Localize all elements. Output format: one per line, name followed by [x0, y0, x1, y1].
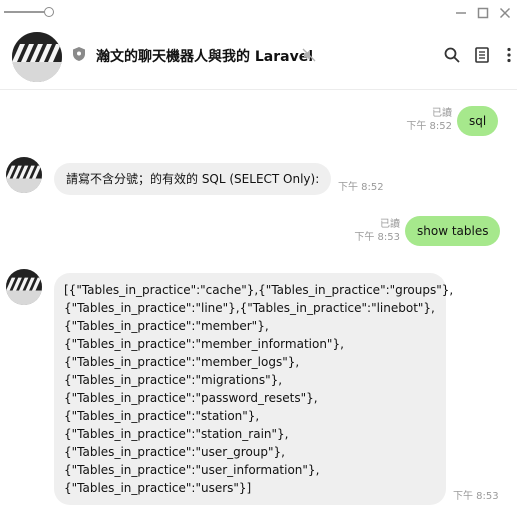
- message-text-line: {"Tables_in_practice":"users"}]: [64, 481, 252, 495]
- title-bar: [0, 0, 517, 26]
- message-meta: 已讀 下午 8:53: [340, 218, 400, 244]
- minimize-icon: [456, 12, 466, 14]
- outgoing-message-bubble[interactable]: show tables: [405, 216, 501, 246]
- pin-slider-track[interactable]: [4, 11, 44, 13]
- message-time: 下午 8:52: [406, 121, 452, 132]
- chat-header: 瀚文的聊天機器人與我的 Laravel: [0, 26, 517, 90]
- message-text: 請寫不含分號；的有效的 SQL (SELECT Only):: [66, 172, 320, 186]
- notes-button[interactable]: [473, 46, 491, 64]
- pin-slider-knob[interactable]: [44, 7, 54, 17]
- outgoing-message-bubble[interactable]: sql: [457, 106, 499, 136]
- message-text: sql: [469, 114, 487, 128]
- message-text-line: {"Tables_in_practice":"user_information"…: [64, 463, 320, 477]
- message-text-line: {"Tables_in_practice":"member"},: [64, 319, 269, 333]
- search-icon: [444, 47, 460, 63]
- shield-icon: [73, 47, 85, 61]
- maximize-icon: [477, 7, 489, 19]
- search-button[interactable]: [443, 46, 461, 64]
- mute-icon: [302, 48, 316, 62]
- message-text-line: {"Tables_in_practice":"station_rain"},: [64, 427, 289, 441]
- message-text-line: {"Tables_in_practice":"migrations"},: [64, 373, 283, 387]
- notes-icon: [475, 47, 489, 63]
- message-text: show tables: [417, 224, 489, 238]
- piano-keys-icon: [12, 32, 62, 82]
- message-time: 下午 8:53: [354, 232, 400, 243]
- read-receipt: 已讀: [432, 108, 452, 119]
- message-meta: 已讀 下午 8:52: [400, 107, 452, 133]
- incoming-message-bubble[interactable]: [{"Tables_in_practice":"cache"},{"Tables…: [54, 273, 454, 505]
- chat-avatar[interactable]: [12, 32, 62, 82]
- bot-avatar[interactable]: [6, 157, 42, 193]
- message-text-line: {"Tables_in_practice":"user_group"},: [64, 445, 285, 459]
- piano-keys-icon: [6, 157, 42, 193]
- message-text-line: {"Tables_in_practice":"member_logs"},: [64, 355, 300, 369]
- read-receipt: 已讀: [380, 219, 400, 230]
- message-text-line: {"Tables_in_practice":"member_informatio…: [64, 337, 344, 351]
- message-text-line: [{"Tables_in_practice":"cache"},{"Tables…: [64, 283, 454, 297]
- message-time: 下午 8:53: [453, 491, 499, 502]
- chat-title: 瀚文的聊天機器人與我的 Laravel: [96, 49, 314, 65]
- maximize-button[interactable]: [474, 4, 492, 22]
- more-options-button[interactable]: [500, 46, 517, 64]
- message-list[interactable]: 已讀 下午 8:52 sql 請寫不含分號；的有效的 SQL (SELECT O…: [0, 90, 517, 508]
- message-text-line: {"Tables_in_practice":"password_resets"}…: [64, 391, 318, 405]
- bot-avatar[interactable]: [6, 269, 42, 305]
- message-text-line: {"Tables_in_practice":"station"},: [64, 409, 260, 423]
- close-icon: [499, 7, 511, 19]
- incoming-message-bubble[interactable]: 請寫不含分號；的有效的 SQL (SELECT Only):: [54, 163, 332, 195]
- more-icon: [507, 47, 511, 63]
- message-time: 下午 8:52: [338, 182, 384, 193]
- close-button[interactable]: [496, 4, 514, 22]
- minimize-button[interactable]: [452, 4, 470, 22]
- message-text-line: {"Tables_in_practice":"line"},{"Tables_i…: [64, 301, 435, 315]
- piano-keys-icon: [6, 269, 42, 305]
